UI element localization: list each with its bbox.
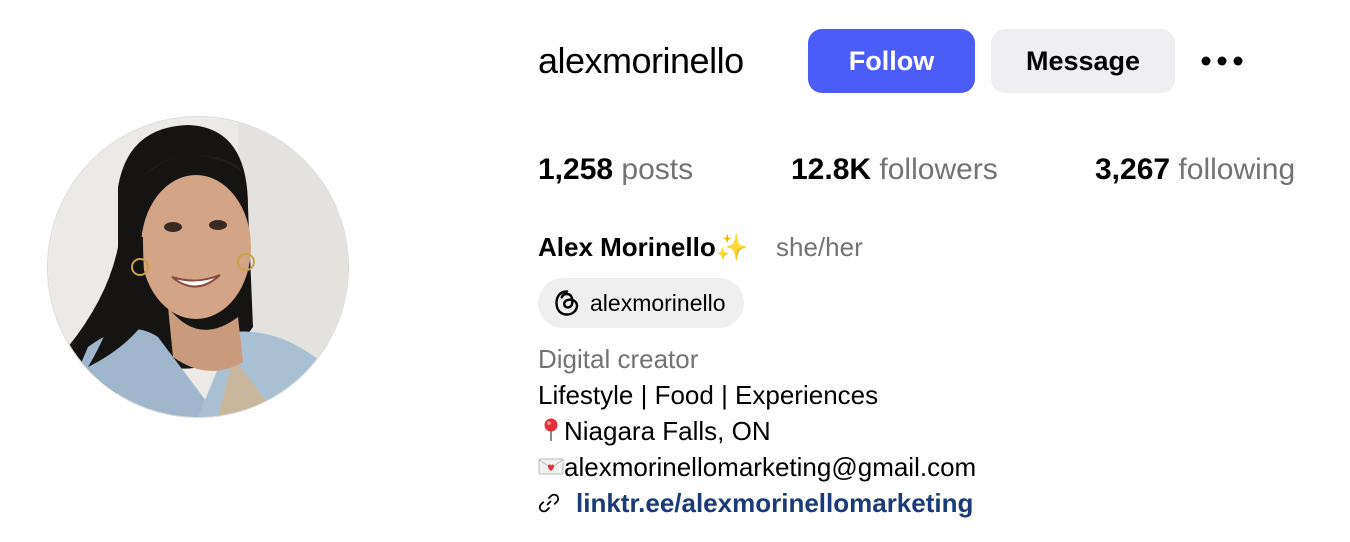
- followers-label: followers: [879, 153, 998, 186]
- threads-handle: alexmorinello: [590, 290, 726, 316]
- profile-full-name: Alex Morinello✨: [538, 229, 748, 265]
- following-stat[interactable]: 3,267 following: [1095, 150, 1295, 190]
- message-button[interactable]: Message: [991, 29, 1175, 93]
- posts-count: 1,258: [538, 153, 614, 186]
- following-label: following: [1178, 153, 1296, 186]
- profile-external-link[interactable]: linktr.ee/alexmorinellomarketing: [538, 485, 973, 521]
- threads-badge[interactable]: alexmorinello: [538, 278, 744, 328]
- threads-icon: [552, 288, 582, 318]
- full-name-text: Alex Morinello: [538, 232, 716, 262]
- love-letter-icon: [538, 452, 564, 478]
- profile-username: alexmorinello: [538, 40, 744, 81]
- location-text: Niagara Falls, ON: [564, 416, 771, 446]
- following-count: 3,267: [1095, 153, 1171, 186]
- link-icon: [538, 492, 560, 514]
- link-text: linktr.ee/alexmorinellomarketing: [576, 488, 974, 518]
- bio-line-2: Niagara Falls, ON: [538, 413, 771, 449]
- bio-line-3: alexmorinellomarketing@gmail.com: [538, 449, 976, 485]
- profile-pronouns: she/her: [776, 232, 863, 262]
- followers-count: 12.8K: [791, 153, 872, 186]
- profile-avatar[interactable]: [47, 116, 349, 418]
- email-text: alexmorinellomarketing@gmail.com: [564, 452, 977, 482]
- followers-stat[interactable]: 12.8K followers: [791, 150, 998, 190]
- bio-line-1: Lifestyle | Food | Experiences: [538, 380, 879, 410]
- follow-button[interactable]: Follow: [808, 29, 975, 93]
- sparkles-emoji: ✨: [715, 232, 749, 262]
- avatar-image: [48, 117, 348, 417]
- posts-label: posts: [621, 153, 694, 186]
- profile-category: Digital creator: [538, 344, 699, 374]
- pushpin-icon: [538, 416, 564, 442]
- more-options-button[interactable]: [1196, 44, 1248, 78]
- posts-stat: 1,258 posts: [538, 150, 693, 190]
- more-horizontal-icon: [1201, 56, 1243, 66]
